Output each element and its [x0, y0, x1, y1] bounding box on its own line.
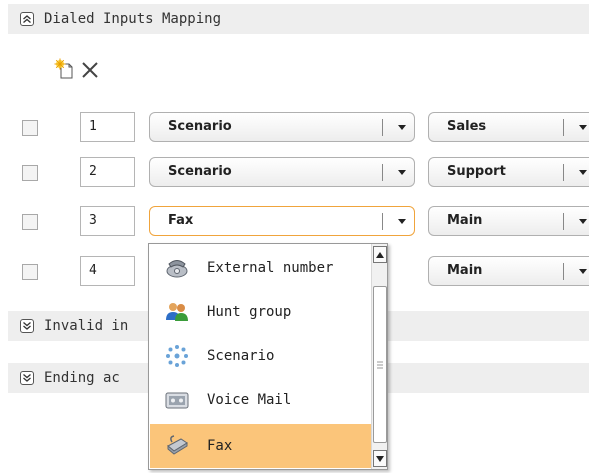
- option-label: Fax: [207, 438, 233, 454]
- row-checkbox[interactable]: [22, 165, 38, 181]
- dropdown-option-fax[interactable]: Fax: [150, 424, 371, 468]
- scroll-up-icon[interactable]: [373, 246, 387, 263]
- expand-icon[interactable]: [20, 371, 34, 385]
- type-dropdown-list[interactable]: External number Hunt group Scenario Voic…: [148, 243, 388, 470]
- dropdown-arrow-icon[interactable]: [390, 113, 414, 141]
- select-value: Scenario: [168, 119, 232, 134]
- select-value: Scenario: [168, 164, 232, 179]
- voicemail-icon: [165, 388, 189, 412]
- option-label: Voice Mail: [207, 392, 292, 408]
- collapse-icon[interactable]: [20, 12, 34, 26]
- dropdown-option-voice-mail[interactable]: Voice Mail: [150, 378, 371, 422]
- scroll-thumb[interactable]: [373, 286, 387, 443]
- select-divider: [563, 263, 564, 280]
- dropdown-arrow-icon[interactable]: [571, 113, 589, 141]
- select-divider: [382, 119, 383, 136]
- number-input[interactable]: 4: [80, 256, 135, 286]
- option-label: Hunt group: [207, 304, 292, 320]
- option-label: Scenario: [207, 348, 275, 364]
- number-input[interactable]: 1: [80, 112, 135, 142]
- select-value: Main: [447, 263, 483, 278]
- row-checkbox[interactable]: [22, 120, 38, 136]
- dropdown-arrow-icon[interactable]: [390, 158, 414, 186]
- dropdown-option-hunt-group[interactable]: Hunt group: [150, 290, 371, 334]
- select-divider: [563, 119, 564, 136]
- dropdown-arrow-icon[interactable]: [571, 158, 589, 186]
- dropdown-option-external-number[interactable]: External number: [150, 246, 371, 290]
- people-icon: [165, 300, 189, 324]
- target-select[interactable]: Support: [428, 157, 589, 187]
- row-checkbox[interactable]: [22, 214, 38, 230]
- type-select[interactable]: Scenario: [149, 157, 415, 187]
- section-header-dialed-inputs[interactable]: Dialed Inputs Mapping: [8, 4, 589, 34]
- option-label: External number: [207, 260, 334, 276]
- delete-icon[interactable]: [81, 61, 99, 83]
- target-select[interactable]: Main: [428, 206, 589, 236]
- scroll-down-icon[interactable]: [373, 450, 387, 467]
- phone-icon: [165, 256, 189, 280]
- target-select[interactable]: Sales: [428, 112, 589, 142]
- dropdown-arrow-icon[interactable]: [390, 207, 414, 235]
- section-title: Invalid in: [44, 318, 129, 334]
- dropdown-arrow-icon[interactable]: [571, 207, 589, 235]
- section-title: Ending ac: [44, 370, 120, 386]
- select-value: Support: [447, 164, 506, 179]
- dropdown-scrollbar[interactable]: [371, 244, 387, 469]
- select-divider: [563, 164, 564, 181]
- mapping-row: 3 Fax Main: [0, 206, 589, 238]
- mapping-row: 1 Scenario Sales: [0, 112, 589, 144]
- select-value: Sales: [447, 119, 487, 134]
- select-divider: [382, 164, 383, 181]
- row-checkbox[interactable]: [22, 264, 38, 280]
- section-title: Dialed Inputs Mapping: [44, 11, 222, 27]
- number-input[interactable]: 2: [80, 157, 135, 187]
- dropdown-arrow-icon[interactable]: [571, 257, 589, 285]
- scenario-icon: [165, 344, 189, 368]
- fax-icon: [165, 434, 189, 458]
- select-divider: [563, 213, 564, 230]
- type-select[interactable]: Fax: [149, 206, 415, 236]
- target-select[interactable]: Main: [428, 256, 589, 286]
- select-divider: [382, 213, 383, 230]
- mapping-row: 2 Scenario Support: [0, 157, 589, 189]
- type-select[interactable]: Scenario: [149, 112, 415, 142]
- select-value: Main: [447, 213, 483, 228]
- select-value: Fax: [168, 213, 194, 228]
- number-input[interactable]: 3: [80, 206, 135, 236]
- expand-icon[interactable]: [20, 319, 34, 333]
- new-item-icon[interactable]: [54, 58, 76, 84]
- dropdown-option-scenario[interactable]: Scenario: [150, 334, 371, 378]
